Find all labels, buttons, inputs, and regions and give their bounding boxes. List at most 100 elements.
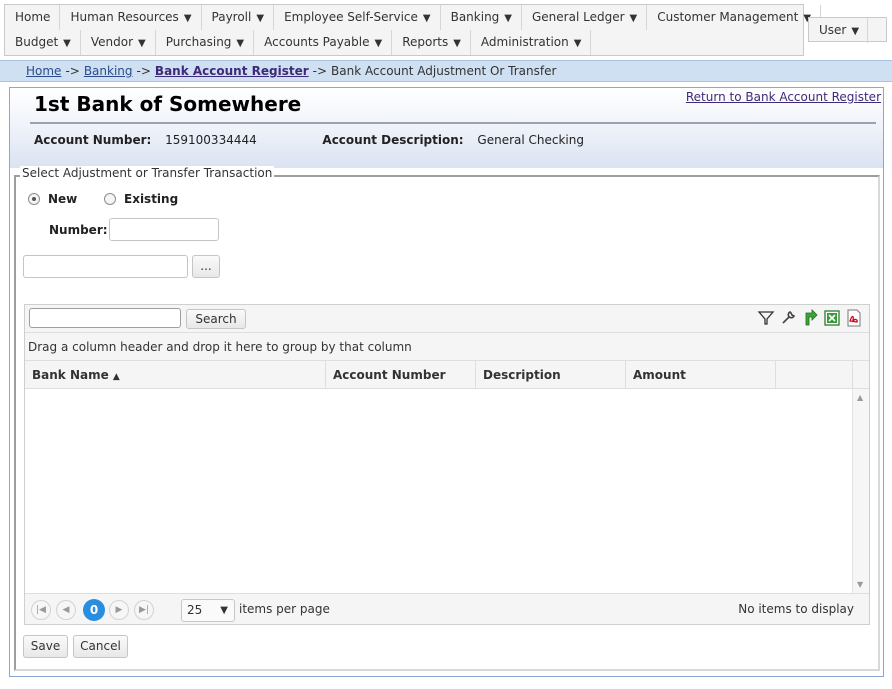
pager-status: No items to display xyxy=(738,602,854,616)
menu-label: User xyxy=(819,23,847,37)
menu-item-budget[interactable]: Budget ▼ xyxy=(5,30,81,55)
chevron-down-icon: ▼ xyxy=(422,13,431,24)
wrench-icon[interactable] xyxy=(779,309,797,327)
chevron-down-icon: ▼ xyxy=(453,38,461,49)
column-header-description[interactable]: Description xyxy=(476,361,626,389)
chevron-down-icon: ▼ xyxy=(629,13,638,24)
menu-label: Accounts Payable xyxy=(264,35,370,49)
menu-label: Banking xyxy=(450,10,500,24)
current-page[interactable]: 0 xyxy=(83,599,105,621)
menu-label: Budget xyxy=(15,35,59,49)
menu-label: Purchasing xyxy=(165,35,232,49)
menu-label: Payroll xyxy=(211,10,252,24)
header-divider xyxy=(30,122,876,124)
user-menu: User ▼ xyxy=(808,17,887,43)
column-label: Account Number xyxy=(333,368,446,382)
menu-item-employee-self-service[interactable]: Employee Self-Service ▼ xyxy=(274,5,441,30)
menu-item-general-ledger[interactable]: General Ledger ▼ xyxy=(522,5,648,30)
grid-header: Bank Name ▲ Account Number Description A… xyxy=(25,361,869,389)
breadcrumb-separator: -> xyxy=(136,64,151,78)
column-header-amount[interactable]: Amount xyxy=(626,361,776,389)
filter-icon[interactable] xyxy=(757,309,775,327)
bank-grid: Search Drag a column header and drop it … xyxy=(24,304,870,625)
menu-label: Administration xyxy=(480,35,569,49)
column-header-bank-name[interactable]: Bank Name ▲ xyxy=(25,361,326,389)
breadcrumb: Home -> Banking -> Bank Account Register -> Ba… xyxy=(0,60,892,82)
menu-label: Home xyxy=(15,10,51,24)
first-page-icon[interactable]: |◀ xyxy=(31,600,51,620)
number-label: Number: xyxy=(49,223,108,237)
column-header-extra xyxy=(776,361,853,389)
last-page-icon[interactable]: ▶| xyxy=(134,600,154,620)
grid-toolbar: Search xyxy=(25,305,869,333)
menu-label: Reports xyxy=(402,35,449,49)
chevron-down-icon: ▼ xyxy=(573,38,582,49)
menu-label: Customer Management xyxy=(657,10,799,24)
radio-new[interactable] xyxy=(28,193,40,205)
excel-icon[interactable] xyxy=(823,309,841,327)
radio-existing[interactable] xyxy=(104,193,116,205)
menu-label: Employee Self-Service xyxy=(284,10,418,24)
scroll-up-icon[interactable]: ▲ xyxy=(857,393,863,402)
fieldset-legend: Select Adjustment or Transfer Transactio… xyxy=(20,166,275,180)
menu-item-human-resources[interactable]: Human Resources ▼ xyxy=(60,5,202,30)
menu-item-payroll[interactable]: Payroll ▼ xyxy=(202,5,275,30)
pdf-icon[interactable] xyxy=(845,309,863,327)
account-description-label: Account Description: xyxy=(322,133,464,147)
chevron-down-icon: ▼ xyxy=(63,38,71,49)
breadcrumb-register-link[interactable]: Bank Account Register xyxy=(155,64,309,78)
menu-item-reports[interactable]: Reports ▼ xyxy=(392,30,471,55)
save-button[interactable]: Save xyxy=(23,635,68,658)
menu-item-accounts-payable[interactable]: Accounts Payable ▼ xyxy=(254,30,393,55)
refresh-icon[interactable] xyxy=(801,309,819,327)
column-label: Amount xyxy=(633,368,686,382)
menu-label: Human Resources xyxy=(70,10,179,24)
grid-scrollbar[interactable]: ▲ ▼ xyxy=(852,389,869,593)
grid-body: ▲ ▼ xyxy=(25,389,869,593)
menu-label: Vendor xyxy=(90,35,134,49)
number-field[interactable] xyxy=(109,218,219,241)
chevron-down-icon: ▼ xyxy=(236,38,245,49)
menu-item-home[interactable]: Home xyxy=(5,5,61,30)
previous-page-icon[interactable]: ◀ xyxy=(56,600,76,620)
items-per-page-label: items per page xyxy=(239,602,330,616)
page-size-value: 25 xyxy=(187,603,203,617)
menu-row-1: Home Human Resources ▼ Payroll ▼ Employee … xyxy=(5,5,822,30)
breadcrumb-separator: -> xyxy=(312,64,328,78)
menu-item-user[interactable]: User ▼ xyxy=(809,18,869,43)
chevron-down-icon: ▼ xyxy=(374,38,383,49)
account-number-label: Account Number: xyxy=(34,133,152,147)
radio-existing-label: Existing xyxy=(124,192,179,206)
chevron-down-icon: ▼ xyxy=(183,13,192,24)
lookup-field[interactable] xyxy=(23,255,188,278)
scroll-down-icon[interactable]: ▼ xyxy=(857,580,863,589)
menu-row-2: Budget ▼ Vendor ▼ Purchasing ▼ Accounts Pay… xyxy=(5,30,592,55)
menu-item-customer-management[interactable]: Customer Management▼ xyxy=(647,5,822,30)
menu-item-banking[interactable]: Banking ▼ xyxy=(441,5,522,30)
search-button[interactable]: Search xyxy=(186,309,246,329)
chevron-down-icon: ▼ xyxy=(220,605,228,616)
lookup-button[interactable]: ... xyxy=(192,255,220,278)
breadcrumb-home-link[interactable]: Home xyxy=(26,64,61,78)
chevron-down-icon: ▼ xyxy=(851,26,860,37)
breadcrumb-current: Bank Account Adjustment Or Transfer xyxy=(331,64,557,78)
chevron-down-icon: ▼ xyxy=(504,13,512,24)
sort-ascending-icon: ▲ xyxy=(112,372,120,382)
group-drop-area[interactable]: Drag a column header and drop it here to… xyxy=(25,333,869,361)
menu-item-purchasing[interactable]: Purchasing ▼ xyxy=(156,30,255,55)
column-header-account-number[interactable]: Account Number xyxy=(326,361,476,389)
account-header: 1st Bank of Somewhere Return to Bank Acc… xyxy=(10,88,883,168)
page-size-select[interactable]: 25 ▼ xyxy=(181,599,235,622)
next-page-icon[interactable]: ▶ xyxy=(109,600,129,620)
menu-item-administration[interactable]: Administration ▼ xyxy=(471,30,592,55)
return-to-register-link[interactable]: Return to Bank Account Register xyxy=(686,90,881,104)
account-info: Account Number: 159100334444 Account Des… xyxy=(34,133,584,147)
main-panel: 1st Bank of Somewhere Return to Bank Acc… xyxy=(9,87,884,677)
page-title: 1st Bank of Somewhere xyxy=(34,92,302,116)
menu-item-vendor[interactable]: Vendor ▼ xyxy=(81,30,156,55)
cancel-button[interactable]: Cancel xyxy=(73,635,128,658)
chevron-down-icon: ▼ xyxy=(138,38,146,49)
radio-selected-dot xyxy=(32,197,36,201)
breadcrumb-banking-link[interactable]: Banking xyxy=(84,64,133,78)
search-input[interactable] xyxy=(29,308,181,328)
